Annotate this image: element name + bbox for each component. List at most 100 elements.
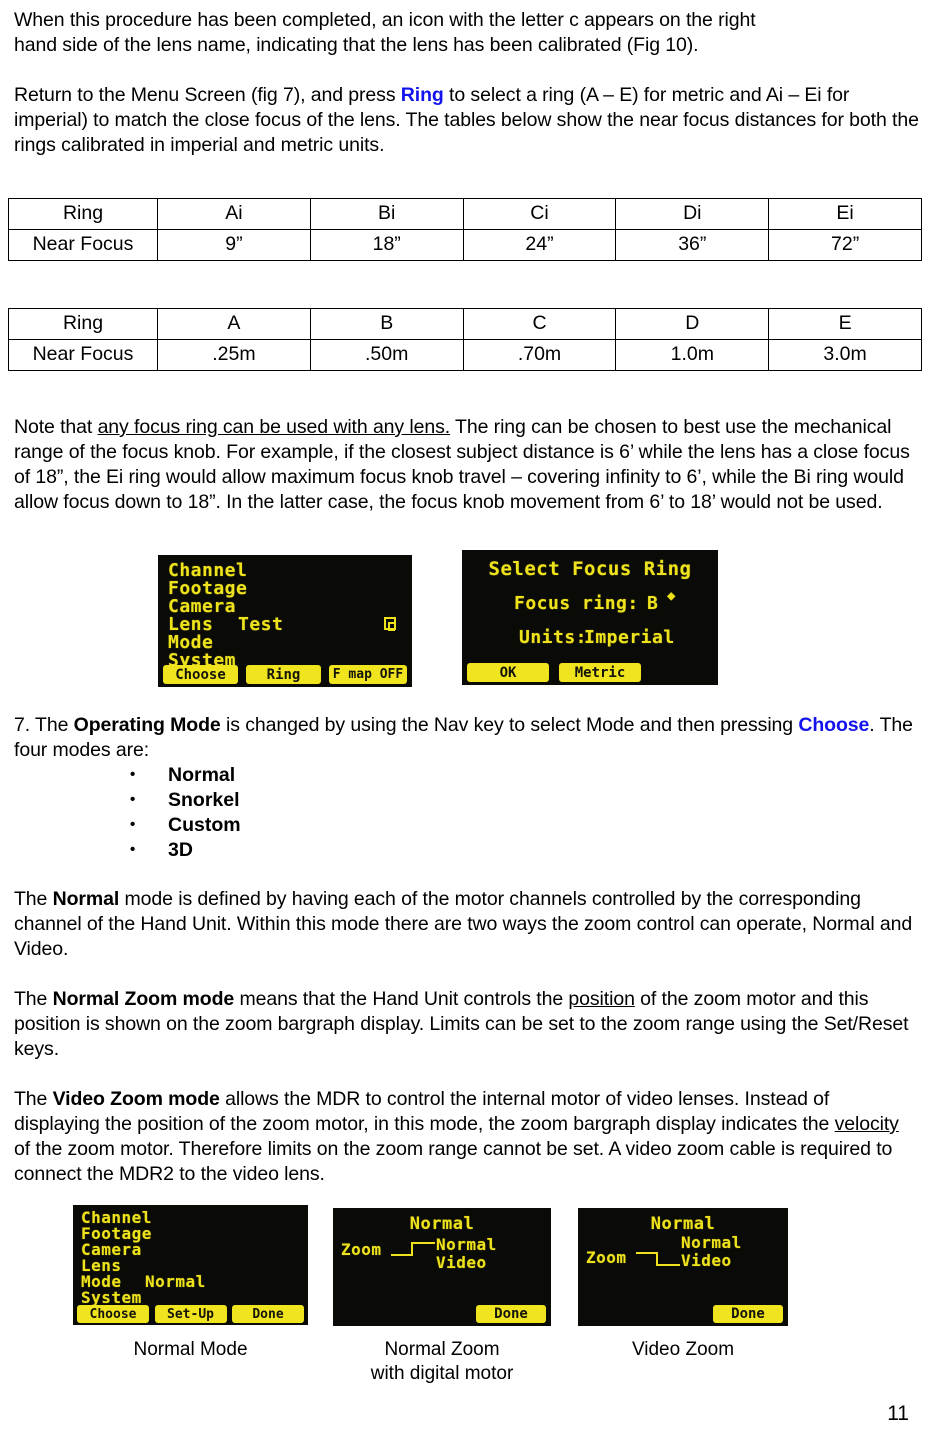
row-label-near-focus: Near Focus <box>8 339 158 371</box>
nzoom-text-b: means that the Hand Unit controls the <box>234 988 569 1010</box>
cell-near-focus-ai: 9” <box>157 229 311 261</box>
vzoom-underlined-velocity: velocity <box>834 1113 899 1135</box>
lcd-button-done[interactable]: Done <box>476 1305 546 1323</box>
p1-line2: hand side of the lens name, indicating t… <box>14 34 699 56</box>
lcd-captions-row: Normal Mode Normal Zoom with digital mot… <box>0 1330 929 1390</box>
imperial-ring-table: Ring Ai Bi Ci Di Ei Near Focus 9” 18” 24… <box>8 198 922 261</box>
paragraph-note-any-ring: Note that any focus ring can be used wit… <box>0 415 929 515</box>
lcd-title-normal: Normal <box>650 1214 716 1234</box>
note-text-a: Note that <box>14 416 98 438</box>
normal-bold-term: Normal <box>52 888 120 910</box>
choose-key-link[interactable]: Choose <box>798 714 869 736</box>
caption-normal-mode: Normal Mode <box>133 1339 248 1360</box>
list-item: Snorkel <box>0 787 929 813</box>
lcd-row-modes: Channel Footage Camera Lens Mode Normal … <box>0 1205 929 1330</box>
lcd-spinner-updown-icon[interactable]: ◆ <box>667 589 676 603</box>
c-calibrated-icon <box>384 617 396 631</box>
header-cell-bi: Bi <box>309 198 464 230</box>
lcd-button-choose[interactable]: Choose <box>163 665 238 684</box>
step7-number: 7. The <box>14 714 74 736</box>
ring-key-link[interactable]: Ring <box>401 84 444 106</box>
table-row-header: Ring A B C D E <box>8 308 922 340</box>
nzoom-text-a: The <box>14 988 53 1010</box>
header-cell-e: E <box>768 308 922 340</box>
step7-bold-term: Operating Mode <box>73 714 221 736</box>
header-cell-ring: Ring <box>8 198 158 230</box>
lcd-label-units: Units: <box>519 627 588 648</box>
step7-text-a: is changed by using the Nav key to selec… <box>220 714 799 736</box>
normal-text-a: The <box>14 888 53 910</box>
lcd-mode-value: Normal <box>145 1272 206 1291</box>
lcd-button-ok[interactable]: OK <box>467 663 549 682</box>
vzoom-text-a: The <box>14 1088 53 1110</box>
lcd-button-setup[interactable]: Set-Up <box>154 1305 227 1323</box>
lcd-button-row: Done <box>578 1305 788 1323</box>
lcd-label-zoom: Zoom <box>341 1240 382 1259</box>
header-cell-ai: Ai <box>157 198 311 230</box>
lcd-option-normal[interactable]: Normal <box>681 1233 742 1252</box>
row-label-near-focus: Near Focus <box>8 229 158 261</box>
table-row: Near Focus .25m .50m .70m 1.0m 3.0m <box>8 339 922 371</box>
lcd-video-zoom-screen: Normal Zoom Normal Video Done <box>578 1208 788 1326</box>
lcd-button-row: Done <box>333 1305 551 1323</box>
lcd-option-video[interactable]: Video <box>681 1251 732 1270</box>
paragraph-normal-mode: The Normal mode is defined by having eac… <box>0 887 929 962</box>
lcd-button-row: Choose Set-Up Done <box>73 1305 308 1323</box>
paragraph-calibration-icon: When this procedure has been completed, … <box>0 8 929 58</box>
lcd-button-done[interactable]: Done <box>232 1305 304 1323</box>
caption-normal-zoom: Normal Zoom with digital motor <box>333 1338 551 1386</box>
lcd-title-select-focus-ring: Select Focus Ring <box>488 558 692 580</box>
table-row: Near Focus 9” 18” 24” 36” 72” <box>8 229 922 261</box>
lcd-menu-mode-screen: Channel Footage Camera Lens Mode Normal … <box>73 1205 308 1325</box>
lcd-label-focus-ring: Focus ring: <box>514 593 639 614</box>
metric-ring-table-wrap: Ring A B C D E Near Focus .25m .50m .70m… <box>0 308 929 371</box>
bracket-connector-up <box>391 1238 439 1260</box>
lcd-option-normal[interactable]: Normal <box>436 1235 497 1254</box>
paragraph-return-menu: Return to the Menu Screen (fig 7), and p… <box>0 83 929 158</box>
lcd-button-row: Choose Ring F map OFF <box>158 665 412 684</box>
imperial-ring-table-wrap: Ring Ai Bi Ci Di Ei Near Focus 9” 18” 24… <box>0 198 929 261</box>
list-item: Normal <box>0 762 929 788</box>
operating-modes-list: Normal Snorkel Custom 3D <box>0 762 929 863</box>
header-cell-c: C <box>462 308 617 340</box>
lcd-label-zoom: Zoom <box>586 1248 627 1267</box>
lcd-select-focus-ring-screen: Select Focus Ring Focus ring: B ◆ Units:… <box>462 550 718 685</box>
caption-normal-zoom-line2: with digital motor <box>370 1363 514 1384</box>
step-7-operating-mode: 7. The Operating Mode is changed by usin… <box>0 713 929 763</box>
header-cell-ci: Ci <box>462 198 617 230</box>
list-item: 3D <box>0 837 929 863</box>
header-cell-a: A <box>157 308 311 340</box>
lcd-normal-zoom-screen: Normal Zoom Normal Video Done <box>333 1208 551 1326</box>
lcd-menu-lens-screen: Channel Footage Camera Lens Test Mode Sy… <box>158 555 412 687</box>
p2-text-a: Return to the Menu Screen (fig 7), and p… <box>14 84 401 106</box>
header-cell-ei: Ei <box>768 198 922 230</box>
lcd-button-choose[interactable]: Choose <box>77 1305 149 1323</box>
bracket-connector-down <box>636 1246 684 1270</box>
nzoom-underlined-position: position <box>568 988 635 1010</box>
lcd-button-done[interactable]: Done <box>713 1305 783 1323</box>
nzoom-bold-term: Normal Zoom mode <box>52 988 235 1010</box>
cell-near-focus-ei: 72” <box>768 229 922 261</box>
lcd-option-video[interactable]: Video <box>436 1253 487 1272</box>
cell-near-focus-c: .70m <box>462 339 617 371</box>
note-underlined-phrase: any focus ring can be used with any lens… <box>97 416 451 438</box>
caption-normal-zoom-line1: Normal Zoom <box>384 1339 500 1360</box>
cell-near-focus-e: 3.0m <box>768 339 922 371</box>
cell-near-focus-bi: 18” <box>309 229 464 261</box>
page-number: 11 <box>887 1402 909 1425</box>
lcd-button-metric[interactable]: Metric <box>559 663 641 682</box>
document-page: When this procedure has been completed, … <box>0 0 929 1434</box>
header-cell-b: B <box>309 308 464 340</box>
lcd-value-units[interactable]: Imperial <box>584 627 675 648</box>
p1-line1: When this procedure has been completed, … <box>14 9 756 31</box>
cell-near-focus-ci: 24” <box>462 229 617 261</box>
lcd-button-fmap-off[interactable]: F map OFF <box>329 665 407 684</box>
vzoom-bold-term: Video Zoom mode <box>52 1088 220 1110</box>
header-cell-d: D <box>615 308 770 340</box>
list-item: Custom <box>0 812 929 838</box>
normal-text-b: mode is defined by having each of the mo… <box>14 888 913 960</box>
header-cell-di: Di <box>615 198 770 230</box>
lcd-button-ring[interactable]: Ring <box>246 665 321 684</box>
lcd-value-focus-ring[interactable]: B <box>647 593 658 614</box>
lcd-title-normal: Normal <box>409 1214 475 1234</box>
